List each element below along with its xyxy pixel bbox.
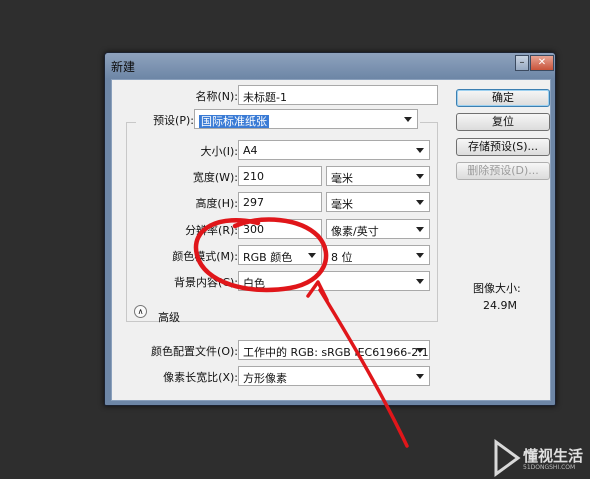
watermark-title: 懂视生活: [523, 447, 584, 465]
annotation-circle: [193, 217, 329, 293]
annotation-arrowhead: [306, 280, 329, 302]
annotation-overlay: [193, 217, 409, 448]
annotation-arrow: [318, 288, 409, 448]
watermark-subtitle: 51DONGSHI.COM: [523, 464, 576, 471]
watermark-play-icon: [494, 439, 521, 477]
